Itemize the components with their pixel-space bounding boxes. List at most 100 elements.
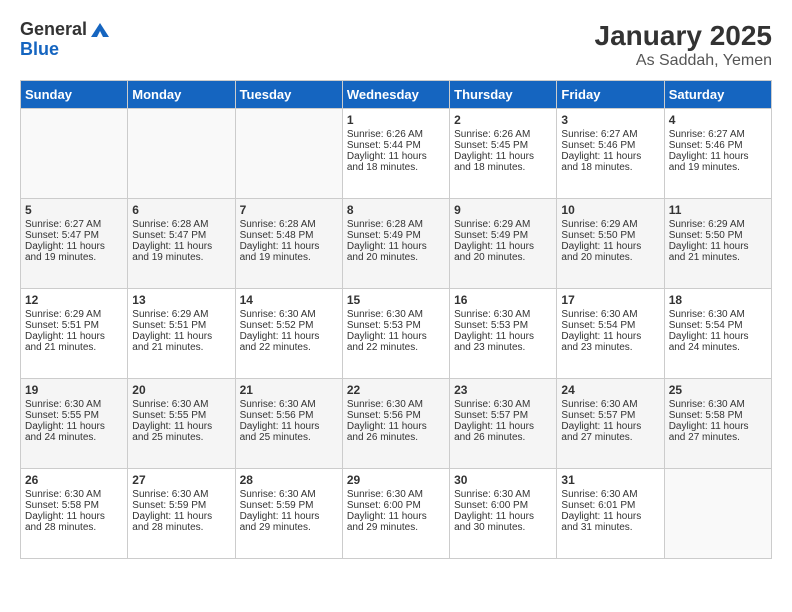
sunset-text: Sunset: 6:00 PM [454, 500, 552, 511]
header-day-thursday: Thursday [450, 81, 557, 109]
daylight-text: Daylight: 11 hours and 21 minutes. [669, 241, 767, 263]
daylight-text: Daylight: 11 hours and 19 minutes. [132, 241, 230, 263]
header-day-tuesday: Tuesday [235, 81, 342, 109]
sunrise-text: Sunrise: 6:30 AM [669, 309, 767, 320]
sunrise-text: Sunrise: 6:29 AM [669, 219, 767, 230]
calendar-cell: 21Sunrise: 6:30 AMSunset: 5:56 PMDayligh… [235, 379, 342, 469]
sunset-text: Sunset: 5:49 PM [454, 230, 552, 241]
calendar-cell: 16Sunrise: 6:30 AMSunset: 5:53 PMDayligh… [450, 289, 557, 379]
sunrise-text: Sunrise: 6:30 AM [347, 399, 445, 410]
calendar-cell: 2Sunrise: 6:26 AMSunset: 5:45 PMDaylight… [450, 109, 557, 199]
location: As Saddah, Yemen [595, 52, 772, 70]
calendar-cell [235, 109, 342, 199]
title-block: January 2025 As Saddah, Yemen [595, 20, 772, 70]
calendar-cell: 15Sunrise: 6:30 AMSunset: 5:53 PMDayligh… [342, 289, 449, 379]
day-number: 17 [561, 293, 659, 307]
calendar-cell: 4Sunrise: 6:27 AMSunset: 5:46 PMDaylight… [664, 109, 771, 199]
day-number: 21 [240, 383, 338, 397]
sunrise-text: Sunrise: 6:26 AM [347, 129, 445, 140]
sunrise-text: Sunrise: 6:27 AM [669, 129, 767, 140]
calendar-cell: 7Sunrise: 6:28 AMSunset: 5:48 PMDaylight… [235, 199, 342, 289]
sunset-text: Sunset: 5:46 PM [561, 140, 659, 151]
sunrise-text: Sunrise: 6:30 AM [240, 309, 338, 320]
sunrise-text: Sunrise: 6:30 AM [454, 489, 552, 500]
day-number: 25 [669, 383, 767, 397]
calendar-cell: 25Sunrise: 6:30 AMSunset: 5:58 PMDayligh… [664, 379, 771, 469]
daylight-text: Daylight: 11 hours and 28 minutes. [132, 511, 230, 533]
sunset-text: Sunset: 5:56 PM [240, 410, 338, 421]
sunset-text: Sunset: 5:57 PM [561, 410, 659, 421]
day-number: 9 [454, 203, 552, 217]
calendar-cell: 3Sunrise: 6:27 AMSunset: 5:46 PMDaylight… [557, 109, 664, 199]
sunrise-text: Sunrise: 6:30 AM [240, 399, 338, 410]
sunrise-text: Sunrise: 6:26 AM [454, 129, 552, 140]
daylight-text: Daylight: 11 hours and 31 minutes. [561, 511, 659, 533]
day-number: 29 [347, 473, 445, 487]
daylight-text: Daylight: 11 hours and 26 minutes. [347, 421, 445, 443]
calendar-cell: 18Sunrise: 6:30 AMSunset: 5:54 PMDayligh… [664, 289, 771, 379]
sunset-text: Sunset: 5:48 PM [240, 230, 338, 241]
logo: General Blue [20, 20, 111, 60]
sunset-text: Sunset: 5:51 PM [25, 320, 123, 331]
sunrise-text: Sunrise: 6:30 AM [669, 399, 767, 410]
sunrise-text: Sunrise: 6:30 AM [347, 489, 445, 500]
day-number: 24 [561, 383, 659, 397]
daylight-text: Daylight: 11 hours and 29 minutes. [240, 511, 338, 533]
calendar-cell: 20Sunrise: 6:30 AMSunset: 5:55 PMDayligh… [128, 379, 235, 469]
sunrise-text: Sunrise: 6:28 AM [132, 219, 230, 230]
day-number: 10 [561, 203, 659, 217]
daylight-text: Daylight: 11 hours and 19 minutes. [25, 241, 123, 263]
daylight-text: Daylight: 11 hours and 23 minutes. [454, 331, 552, 353]
daylight-text: Daylight: 11 hours and 25 minutes. [132, 421, 230, 443]
sunset-text: Sunset: 5:46 PM [669, 140, 767, 151]
daylight-text: Daylight: 11 hours and 19 minutes. [240, 241, 338, 263]
day-number: 28 [240, 473, 338, 487]
daylight-text: Daylight: 11 hours and 21 minutes. [132, 331, 230, 353]
day-number: 22 [347, 383, 445, 397]
sunset-text: Sunset: 5:47 PM [25, 230, 123, 241]
calendar-cell: 10Sunrise: 6:29 AMSunset: 5:50 PMDayligh… [557, 199, 664, 289]
sunset-text: Sunset: 5:45 PM [454, 140, 552, 151]
day-number: 30 [454, 473, 552, 487]
sunrise-text: Sunrise: 6:30 AM [454, 399, 552, 410]
day-number: 20 [132, 383, 230, 397]
day-number: 19 [25, 383, 123, 397]
page-header: General Blue January 2025 As Saddah, Yem… [20, 20, 772, 70]
calendar-cell: 27 Sunrise: 6:30 AMSunset: 5:59 PMDayligh… [128, 469, 235, 559]
day-number: 8 [347, 203, 445, 217]
day-number: 26 [25, 473, 123, 487]
day-number: 4 [669, 113, 767, 127]
header-day-saturday: Saturday [664, 81, 771, 109]
calendar-cell [128, 109, 235, 199]
sunrise-text: Sunrise: 6:30 AM [132, 489, 230, 500]
sunrise-text: Sunrise: 6:29 AM [454, 219, 552, 230]
daylight-text: Daylight: 11 hours and 27 minutes. [561, 421, 659, 443]
calendar-cell: 9Sunrise: 6:29 AMSunset: 5:49 PMDaylight… [450, 199, 557, 289]
sunset-text: Sunset: 5:59 PM [132, 500, 230, 511]
day-number: 27 [132, 473, 230, 487]
calendar-cell: 30Sunrise: 6:30 AMSunset: 6:00 PMDayligh… [450, 469, 557, 559]
day-number: 14 [240, 293, 338, 307]
day-number: 11 [669, 203, 767, 217]
sunrise-text: Sunrise: 6:27 AM [561, 129, 659, 140]
calendar-cell: 5Sunrise: 6:27 AMSunset: 5:47 PMDaylight… [21, 199, 128, 289]
calendar-cell: 1Sunrise: 6:26 AMSunset: 5:44 PMDaylight… [342, 109, 449, 199]
daylight-text: Daylight: 11 hours and 23 minutes. [561, 331, 659, 353]
calendar-cell: 11Sunrise: 6:29 AMSunset: 5:50 PMDayligh… [664, 199, 771, 289]
day-number: 1 [347, 113, 445, 127]
sunrise-text: Sunrise: 6:29 AM [561, 219, 659, 230]
calendar-cell: 13Sunrise: 6:29 AMSunset: 5:51 PMDayligh… [128, 289, 235, 379]
calendar-cell: 14Sunrise: 6:30 AMSunset: 5:52 PMDayligh… [235, 289, 342, 379]
daylight-text: Daylight: 11 hours and 22 minutes. [347, 331, 445, 353]
sunset-text: Sunset: 6:00 PM [347, 500, 445, 511]
sunrise-text: Sunrise: 6:29 AM [25, 309, 123, 320]
calendar-cell: 22Sunrise: 6:30 AMSunset: 5:56 PMDayligh… [342, 379, 449, 469]
sunset-text: Sunset: 5:53 PM [454, 320, 552, 331]
calendar-header: SundayMondayTuesdayWednesdayThursdayFrid… [21, 81, 772, 109]
sunset-text: Sunset: 5:54 PM [669, 320, 767, 331]
sunrise-text: Sunrise: 6:29 AM [132, 309, 230, 320]
calendar-cell: 23Sunrise: 6:30 AMSunset: 5:57 PMDayligh… [450, 379, 557, 469]
daylight-text: Daylight: 11 hours and 21 minutes. [25, 331, 123, 353]
day-number: 13 [132, 293, 230, 307]
header-day-wednesday: Wednesday [342, 81, 449, 109]
